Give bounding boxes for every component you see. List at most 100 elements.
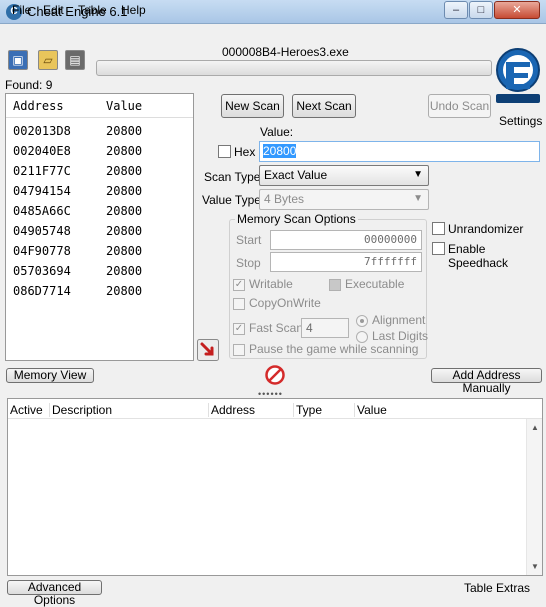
fast-scan-label[interactable]: Fast Scan (249, 321, 303, 335)
result-row[interactable]: 0485A66C 20800 (6, 201, 193, 221)
undo-scan-button[interactable]: Undo Scan (428, 94, 491, 118)
writable-checkbox[interactable]: ✓ (233, 279, 245, 291)
hex-checkbox[interactable] (218, 145, 231, 158)
fast-scan-checkbox[interactable]: ✓ (233, 323, 245, 335)
result-value: 20800 (106, 164, 143, 178)
cheat-engine-logo[interactable] (494, 44, 542, 106)
result-row[interactable]: 04905748 20800 (6, 221, 193, 241)
close-button[interactable]: ✕ (494, 1, 540, 19)
value-type-label: Value Type (202, 193, 261, 207)
scan-progress-bar (96, 60, 492, 76)
speedhack-checkbox[interactable] (432, 242, 445, 255)
column-active[interactable]: Active (8, 403, 43, 417)
column-address[interactable]: Address (208, 403, 255, 417)
menu-help[interactable]: Help (121, 3, 146, 17)
result-value: 20800 (106, 124, 143, 138)
result-value: 20800 (106, 224, 143, 238)
result-row[interactable]: 04794154 20800 (6, 181, 193, 201)
scan-type-select[interactable]: Exact Value ▼ (259, 165, 429, 186)
column-type[interactable]: Type (293, 403, 322, 417)
executable-checkbox[interactable] (329, 279, 341, 291)
column-description[interactable]: Description (49, 403, 112, 417)
memory-view-button[interactable]: Memory View (6, 368, 94, 383)
executable-label[interactable]: Executable (345, 277, 404, 291)
folder-open-icon: ▱ (43, 53, 53, 67)
result-address: 0485A66C (13, 204, 71, 218)
alignment-label[interactable]: Alignment (372, 313, 425, 327)
pause-game-label[interactable]: Pause the game while scanning (249, 342, 418, 356)
result-address: 002040E8 (13, 144, 71, 158)
result-row[interactable]: 04F90778 20800 (6, 241, 193, 261)
result-row[interactable]: 002013D8 20800 (6, 121, 193, 141)
add-address-manually-button[interactable]: Add Address Manually (431, 368, 542, 395)
result-row[interactable]: 002040E8 20800 (6, 141, 193, 161)
dropdown-arrow-icon: ▼ (413, 193, 423, 204)
new-scan-button[interactable]: New Scan (221, 94, 284, 118)
save-button[interactable]: ▤ (65, 50, 85, 70)
value-type-select[interactable]: 4 Bytes ▼ (259, 189, 429, 210)
results-header-address[interactable]: Address (13, 99, 64, 113)
memory-scan-options-title: Memory Scan Options (235, 212, 358, 226)
floppy-disk-icon: ▤ (69, 53, 81, 67)
scroll-up-arrow-icon[interactable]: ▲ (531, 423, 539, 432)
result-address: 04794154 (13, 184, 71, 198)
hex-label[interactable]: Hex (234, 145, 255, 159)
scroll-down-arrow-icon[interactable]: ▼ (531, 562, 539, 571)
column-value[interactable]: Value (354, 403, 387, 417)
menu-bar (0, 24, 546, 44)
results-header-value[interactable]: Value (106, 99, 142, 113)
fast-scan-input[interactable]: 4 (301, 318, 349, 338)
speedhack-label[interactable]: Enable Speedhack (448, 242, 546, 270)
result-address: 04F90778 (13, 244, 71, 258)
result-value: 20800 (106, 264, 143, 278)
copyonwrite-checkbox[interactable] (233, 298, 245, 310)
result-value: 20800 (106, 204, 143, 218)
result-address: 05703694 (13, 264, 71, 278)
result-value: 20800 (106, 184, 143, 198)
minimize-button[interactable]: – (444, 1, 468, 19)
menu-edit[interactable]: Edit (43, 3, 64, 17)
alignment-radio[interactable] (356, 315, 368, 327)
computer-icon: ▣ (12, 53, 24, 67)
settings-link[interactable]: Settings (499, 114, 542, 128)
writable-label[interactable]: Writable (249, 277, 293, 291)
result-row[interactable]: 0211F77C 20800 (6, 161, 193, 181)
scan-value-text: 20800 (263, 144, 297, 158)
start-label: Start (236, 233, 262, 247)
unrandomizer-label[interactable]: Unrandomizer (448, 222, 523, 236)
scan-type-value: Exact Value (264, 168, 328, 182)
table-extras-link[interactable]: Table Extras (464, 581, 530, 595)
copyonwrite-label[interactable]: CopyOnWrite (249, 296, 321, 310)
stop-label: Stop (236, 256, 261, 270)
start-address-input[interactable]: 00000000 (270, 230, 422, 250)
menu-table[interactable]: Table (78, 3, 107, 17)
open-file-button[interactable]: ▱ (38, 50, 58, 70)
menu-file[interactable]: File (12, 3, 31, 17)
advanced-options-button[interactable]: Advanced Options (7, 580, 102, 607)
result-value: 20800 (106, 144, 143, 158)
next-scan-button[interactable]: Next Scan (292, 94, 356, 118)
scan-type-label: Scan Type (204, 170, 261, 184)
result-address: 04905748 (13, 224, 71, 238)
scan-results-list[interactable]: Address Value 002013D8 20800 002040E8 2080… (5, 93, 194, 361)
vertical-scrollbar[interactable]: ▲ ▼ (526, 419, 542, 575)
maximize-button[interactable]: □ (469, 1, 493, 19)
value-type-value: 4 Bytes (264, 192, 305, 206)
pause-game-checkbox[interactable] (233, 344, 245, 356)
address-table[interactable]: Active Description Address Type Value ▲ … (7, 398, 543, 576)
result-row[interactable]: 086D7714 20800 (6, 281, 193, 301)
process-name: 000008B4-Heroes3.exe (222, 45, 349, 59)
unrandomizer-checkbox[interactable] (432, 222, 445, 235)
open-process-button[interactable]: ▣ (8, 50, 28, 70)
last-digits-label[interactable]: Last Digits (372, 329, 428, 343)
results-header: Address Value (6, 94, 193, 118)
result-address: 0211F77C (13, 164, 71, 178)
stop-scan-icon[interactable] (265, 365, 285, 385)
found-count: Found: 9 (5, 78, 53, 92)
add-selected-to-list-button[interactable] (197, 339, 219, 361)
value-label: Value: (260, 125, 294, 139)
stop-address-input[interactable]: 7fffffff (270, 252, 422, 272)
result-address: 086D7714 (13, 284, 71, 298)
scan-value-input[interactable]: 20800 (259, 141, 540, 162)
result-row[interactable]: 05703694 20800 (6, 261, 193, 281)
